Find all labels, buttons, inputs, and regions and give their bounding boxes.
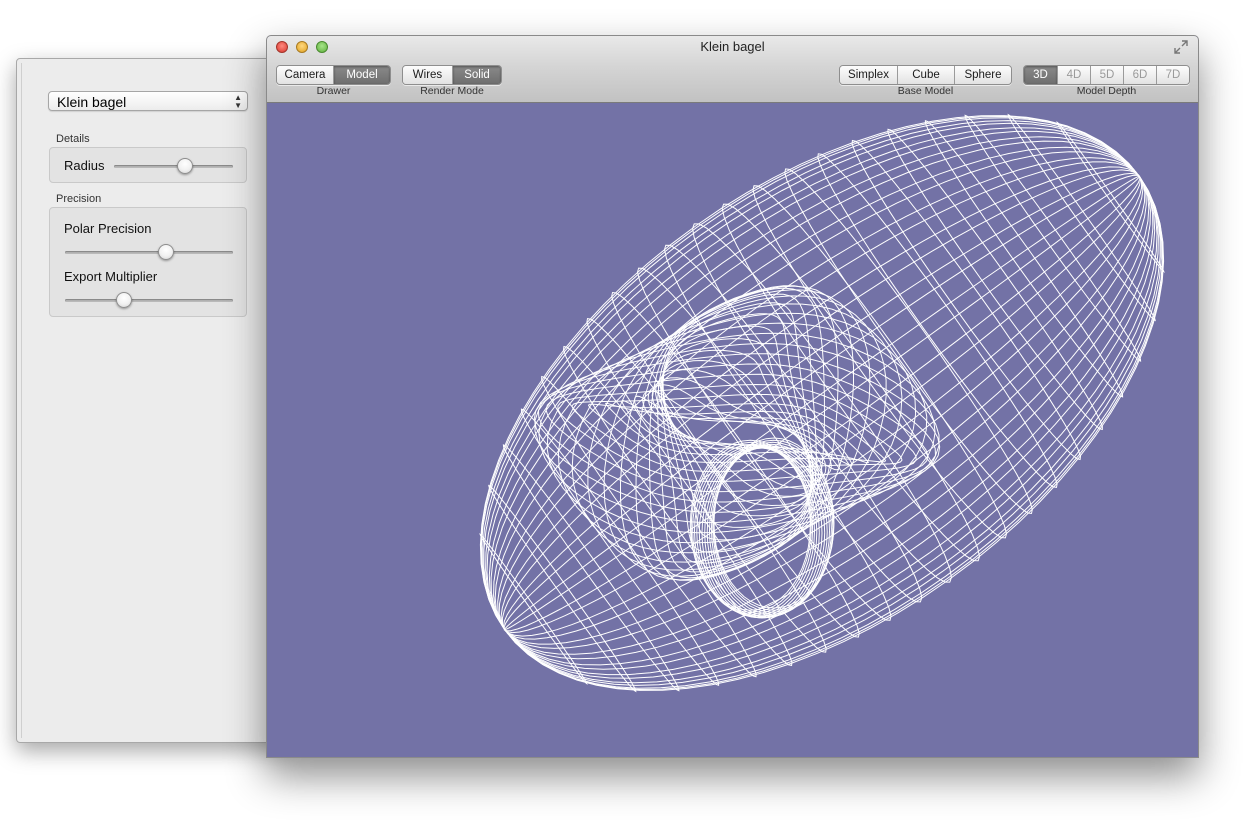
polar-precision-slider-knob[interactable] bbox=[157, 244, 174, 260]
export-multiplier-label: Export Multiplier bbox=[64, 269, 158, 284]
details-group: Radius bbox=[49, 147, 247, 183]
model-select[interactable]: Klein bagel ▲ ▼ bbox=[48, 91, 248, 111]
main-window: Klein bagel Camera Model Drawer Wires So… bbox=[266, 35, 1199, 758]
model-depth-label: Model Depth bbox=[1076, 85, 1137, 97]
drawer-model-button[interactable]: Model bbox=[333, 66, 390, 84]
radius-slider-knob[interactable] bbox=[177, 158, 194, 174]
updown-arrows-icon: ▲ ▼ bbox=[234, 93, 242, 110]
inspector-panel: Klein bagel ▲ ▼ Details Radius Precision … bbox=[21, 63, 287, 738]
precision-group: Polar Precision Export Multiplier bbox=[49, 207, 247, 317]
base-simplex-button[interactable]: Simplex bbox=[840, 66, 897, 84]
depth-7d-button[interactable]: 7D bbox=[1156, 66, 1189, 84]
render-mode-label: Render Mode bbox=[420, 85, 484, 97]
radius-label: Radius bbox=[64, 158, 105, 173]
base-model-label: Base Model bbox=[897, 85, 954, 97]
depth-4d-button[interactable]: 4D bbox=[1057, 66, 1090, 84]
render-mode-segmented-control: Wires Solid bbox=[402, 65, 502, 85]
precision-title: Precision bbox=[56, 193, 102, 205]
base-cube-button[interactable]: Cube bbox=[897, 66, 954, 84]
base-sphere-button[interactable]: Sphere bbox=[954, 66, 1011, 84]
model-depth-segmented-control: 3D 4D 5D 6D 7D bbox=[1023, 65, 1190, 85]
fullscreen-icon[interactable] bbox=[1174, 40, 1188, 54]
radius-slider[interactable] bbox=[114, 165, 233, 168]
inspector-window: Klein bagel ▲ ▼ Details Radius Precision … bbox=[16, 58, 288, 743]
drawer-label: Drawer bbox=[316, 85, 351, 97]
model-select-value: Klein bagel bbox=[57, 94, 127, 110]
drawer-camera-button[interactable]: Camera bbox=[277, 66, 333, 84]
details-title: Details bbox=[56, 133, 90, 145]
polar-precision-slider[interactable] bbox=[65, 251, 233, 254]
render-solid-button[interactable]: Solid bbox=[452, 66, 501, 84]
wireframe-mesh bbox=[479, 113, 1165, 693]
base-model-segmented-control: Simplex Cube Sphere bbox=[839, 65, 1012, 85]
depth-3d-button[interactable]: 3D bbox=[1024, 66, 1057, 84]
polar-precision-label: Polar Precision bbox=[64, 221, 152, 236]
drawer-segmented-control: Camera Model bbox=[276, 65, 391, 85]
3d-viewport[interactable] bbox=[267, 103, 1198, 757]
depth-6d-button[interactable]: 6D bbox=[1123, 66, 1156, 84]
window-title: Klein bagel bbox=[700, 39, 765, 54]
depth-5d-button[interactable]: 5D bbox=[1090, 66, 1123, 84]
export-multiplier-slider[interactable] bbox=[65, 299, 233, 302]
render-wires-button[interactable]: Wires bbox=[403, 66, 452, 84]
toolbar: Klein bagel Camera Model Drawer Wires So… bbox=[267, 36, 1198, 103]
export-multiplier-slider-knob[interactable] bbox=[115, 292, 132, 308]
